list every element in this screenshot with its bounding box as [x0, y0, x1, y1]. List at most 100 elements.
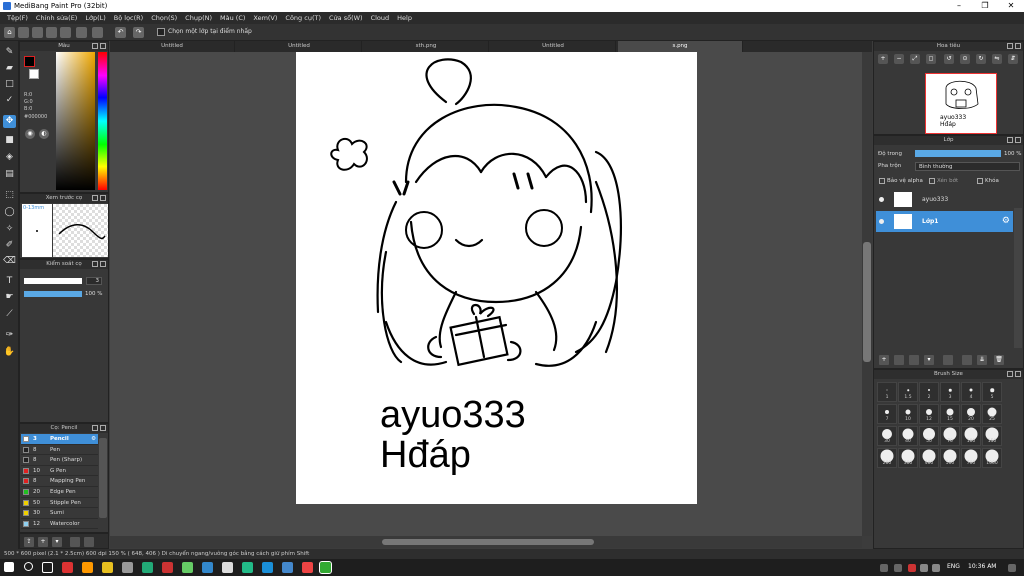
- menu-item[interactable]: Màu (C): [216, 14, 249, 22]
- rotate-right-icon[interactable]: ↻: [976, 54, 986, 64]
- brush-size-cell[interactable]: 500: [940, 448, 960, 468]
- menu-item[interactable]: Chọn(S): [147, 14, 181, 22]
- background-color-swatch[interactable]: [29, 69, 39, 79]
- panel-icon[interactable]: [92, 27, 103, 38]
- maximize-button[interactable]: ❐: [972, 0, 998, 12]
- brush-size-cell[interactable]: 150: [982, 426, 1002, 446]
- menu-item[interactable]: Tệp(F): [3, 14, 32, 22]
- brush-size-cell[interactable]: 1: [877, 382, 897, 402]
- horizontal-scroll-thumb[interactable]: [382, 539, 594, 545]
- layer-folder-icon[interactable]: [943, 355, 953, 365]
- panel-close-icon[interactable]: [1015, 371, 1021, 377]
- foreground-color-swatch[interactable]: [24, 56, 35, 67]
- layer-opacity-slider[interactable]: [915, 150, 1001, 157]
- brush-copy-icon[interactable]: [70, 537, 80, 547]
- edge-icon[interactable]: [262, 562, 273, 573]
- menu-item[interactable]: Help: [393, 14, 416, 22]
- home-icon[interactable]: ⌂: [4, 27, 15, 38]
- brush-folder-icon[interactable]: [84, 537, 94, 547]
- brush-size-cell[interactable]: 12: [919, 404, 939, 424]
- brush-list-item[interactable]: 8 Pen (Sharp): [21, 455, 98, 466]
- brush-size-cell[interactable]: 1000: [982, 448, 1002, 468]
- panel-close-icon[interactable]: [100, 43, 106, 49]
- taskbar-app-icon[interactable]: [142, 562, 153, 573]
- divide-tool-icon[interactable]: ✑: [3, 329, 16, 342]
- document-tab[interactable]: sth.png: [364, 41, 489, 52]
- menu-item[interactable]: Chỉnh sửa(E): [32, 14, 81, 22]
- document-tab[interactable]: Untitled: [237, 41, 362, 52]
- eye-icon[interactable]: [879, 197, 884, 202]
- new-8bit-layer-icon[interactable]: [894, 355, 904, 365]
- menu-item[interactable]: Chụp(N): [181, 14, 216, 22]
- hand-tool-icon[interactable]: ✋: [3, 346, 16, 359]
- brush-list-scrollbar[interactable]: [99, 438, 107, 518]
- brush-size-cell[interactable]: 20: [961, 404, 981, 424]
- panel-close-icon[interactable]: [1015, 137, 1021, 143]
- document-tab[interactable]: Untitled: [491, 41, 616, 52]
- document-tab[interactable]: s.png: [618, 41, 743, 52]
- taskbar-app-icon[interactable]: [182, 562, 193, 573]
- select-pen-tool-icon[interactable]: ✐: [3, 239, 16, 252]
- layer-list-scrollbar[interactable]: [1014, 208, 1022, 348]
- panel-float-icon[interactable]: [92, 261, 98, 267]
- brush-size-value[interactable]: 3: [86, 277, 102, 285]
- volume-icon[interactable]: [932, 564, 940, 572]
- panel-float-icon[interactable]: [1007, 137, 1013, 143]
- gear-icon[interactable]: ⚙: [91, 434, 96, 445]
- brush-size-cell[interactable]: 25: [982, 404, 1002, 424]
- panel-float-icon[interactable]: [1007, 43, 1013, 49]
- brush-upload-icon[interactable]: ⇪: [24, 537, 34, 547]
- document-tab[interactable]: Untitled: [110, 41, 235, 52]
- canvas-area[interactable]: ayuo333 Hđáp: [110, 52, 862, 536]
- folder-icon[interactable]: [102, 562, 113, 573]
- clock[interactable]: 10:36 AM: [968, 563, 996, 570]
- text-tool-icon[interactable]: T: [3, 275, 16, 288]
- save-icon[interactable]: [46, 27, 57, 38]
- tray-icon[interactable]: [894, 564, 902, 572]
- drawing-canvas[interactable]: ayuo333 Hđáp: [296, 52, 697, 504]
- rotate-reset-icon[interactable]: ⊙: [960, 54, 970, 64]
- brush-size-cell[interactable]: 200: [877, 448, 897, 468]
- brush-tool-icon[interactable]: ✎: [3, 46, 16, 59]
- brush-list-item[interactable]: 3 Pencil ⚙: [21, 434, 98, 445]
- saturation-value-picker[interactable]: [56, 52, 95, 190]
- blend-mode-select[interactable]: Bình thường: [915, 162, 1020, 171]
- brush-size-cell[interactable]: 4: [961, 382, 981, 402]
- brush-list-item[interactable]: 30 Sumi: [21, 508, 98, 519]
- brush-add-menu-icon[interactable]: ▾: [52, 537, 62, 547]
- medibang-taskbar-icon[interactable]: [319, 561, 332, 574]
- close-button[interactable]: ✕: [998, 0, 1024, 12]
- panel-float-icon[interactable]: [92, 425, 98, 431]
- layout-icon[interactable]: [76, 27, 87, 38]
- protect-alpha-checkbox[interactable]: [879, 178, 885, 184]
- menu-item[interactable]: Cloud: [367, 14, 394, 22]
- language-indicator[interactable]: ENG: [947, 563, 960, 570]
- brush-size-slider[interactable]: [24, 278, 82, 284]
- hue-slider[interactable]: [98, 52, 107, 190]
- canvas-text-line2[interactable]: Hđáp: [380, 435, 471, 475]
- eraser-tool-icon[interactable]: ▰: [3, 62, 16, 75]
- taskbar-app-icon[interactable]: [162, 562, 173, 573]
- layer-row[interactable]: Lớp1 ⚙: [876, 211, 1013, 232]
- merge-down-icon[interactable]: ⇊: [977, 355, 987, 365]
- vertical-scroll-thumb[interactable]: [863, 242, 871, 362]
- move-tool-icon[interactable]: ✥: [3, 115, 16, 128]
- brush-size-cell[interactable]: 30: [877, 426, 897, 446]
- vertical-scrollbar[interactable]: [862, 52, 872, 536]
- brush-size-cell[interactable]: 70: [940, 426, 960, 446]
- brush-size-cell[interactable]: 400: [919, 448, 939, 468]
- taskbar-app-icon[interactable]: [82, 562, 93, 573]
- brush-size-cell[interactable]: 7: [877, 404, 897, 424]
- gear-icon[interactable]: ⚙: [1002, 211, 1010, 232]
- panel-close-icon[interactable]: [100, 195, 106, 201]
- actual-size-icon[interactable]: ◻: [926, 54, 936, 64]
- brush-size-cell[interactable]: 2: [919, 382, 939, 402]
- operation-tool-icon[interactable]: ☛: [3, 291, 16, 304]
- panel-float-icon[interactable]: [92, 43, 98, 49]
- brush-opacity-slider[interactable]: [24, 291, 82, 297]
- undo-icon[interactable]: ↶: [115, 27, 126, 38]
- color-mode-icon[interactable]: ◐: [39, 129, 49, 139]
- brush-list-item[interactable]: 12 Watercolor: [21, 519, 98, 530]
- panel-close-icon[interactable]: [100, 425, 106, 431]
- select-layer-checkbox[interactable]: [157, 28, 165, 36]
